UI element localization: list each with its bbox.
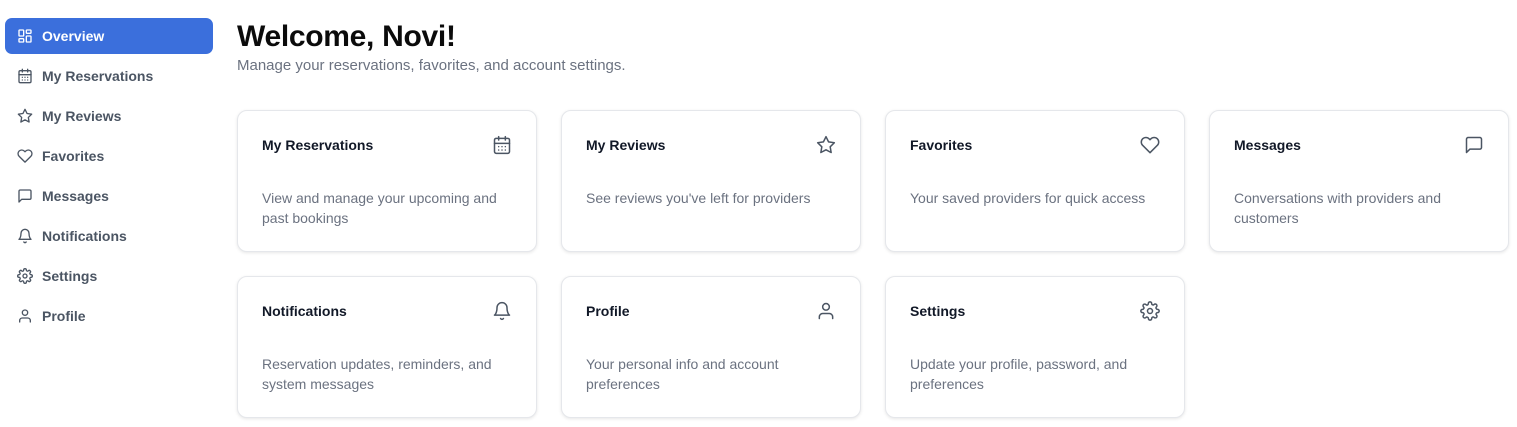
card-title: Profile bbox=[586, 303, 630, 319]
card-description: See reviews you've left for providers bbox=[586, 190, 811, 206]
sidebar-item-profile[interactable]: Profile bbox=[5, 298, 213, 334]
sidebar-item-label: Settings bbox=[42, 268, 98, 284]
card-description: Conversations with providers and custome… bbox=[1234, 190, 1441, 226]
card-description: View and manage your upcoming and past b… bbox=[262, 190, 497, 226]
card-title: Favorites bbox=[910, 137, 973, 153]
card-settings[interactable]: Settings Update your profile, password, … bbox=[885, 276, 1185, 418]
page-subtitle: Manage your reservations, favorites, and… bbox=[237, 57, 626, 74]
sidebar-item-label: Favorites bbox=[42, 148, 105, 164]
star-icon bbox=[816, 135, 836, 155]
sidebar-item-settings[interactable]: Settings bbox=[5, 258, 213, 294]
card-description: Update your profile, password, and prefe… bbox=[910, 356, 1128, 392]
card-description: Your saved providers for quick access bbox=[910, 190, 1146, 206]
sidebar-item-label: My Reviews bbox=[42, 108, 122, 124]
user-icon bbox=[17, 308, 33, 324]
sidebar-item-label: Overview bbox=[42, 28, 105, 44]
sidebar-item-label: My Reservations bbox=[42, 68, 154, 84]
heart-icon bbox=[17, 148, 33, 164]
gear-icon bbox=[17, 268, 33, 284]
card-title: Messages bbox=[1234, 137, 1301, 153]
message-icon bbox=[1464, 135, 1484, 155]
card-title: My Reviews bbox=[586, 137, 666, 153]
sidebar-item-favorites[interactable]: Favorites bbox=[5, 138, 213, 174]
sidebar-item-messages[interactable]: Messages bbox=[5, 178, 213, 214]
sidebar-item-my-reservations[interactable]: My Reservations bbox=[5, 58, 213, 94]
calendar-icon bbox=[17, 68, 33, 84]
card-description: Reservation updates, reminders, and syst… bbox=[262, 356, 492, 392]
card-favorites[interactable]: Favorites Your saved providers for quick… bbox=[885, 110, 1185, 252]
card-title: Notifications bbox=[262, 303, 347, 319]
calendar-icon bbox=[492, 135, 512, 155]
card-title: Settings bbox=[910, 303, 966, 319]
card-notifications[interactable]: Notifications Reservation updates, remin… bbox=[237, 276, 537, 418]
sidebar-item-overview[interactable]: Overview bbox=[5, 18, 213, 54]
card-profile[interactable]: Profile Your personal info and account p… bbox=[561, 276, 861, 418]
card-my-reviews[interactable]: My Reviews See reviews you've left for p… bbox=[561, 110, 861, 252]
sidebar-item-notifications[interactable]: Notifications bbox=[5, 218, 213, 254]
card-messages[interactable]: Messages Conversations with providers an… bbox=[1209, 110, 1509, 252]
bell-icon bbox=[492, 301, 512, 321]
card-grid: My Reservations View and manage your upc… bbox=[237, 110, 1509, 418]
sidebar-item-label: Profile bbox=[42, 308, 86, 324]
card-description: Your personal info and account preferenc… bbox=[586, 356, 779, 392]
bell-icon bbox=[17, 228, 33, 244]
gear-icon bbox=[1140, 301, 1160, 321]
card-title: My Reservations bbox=[262, 137, 374, 153]
sidebar: Overview My Reservations My Reviews Favo… bbox=[5, 18, 213, 338]
message-icon bbox=[17, 188, 33, 204]
sidebar-item-my-reviews[interactable]: My Reviews bbox=[5, 98, 213, 134]
star-icon bbox=[17, 108, 33, 124]
heart-icon bbox=[1140, 135, 1160, 155]
grid-icon bbox=[17, 28, 33, 44]
sidebar-item-label: Notifications bbox=[42, 228, 127, 244]
page-title: Welcome, Novi! bbox=[237, 20, 456, 53]
card-my-reservations[interactable]: My Reservations View and manage your upc… bbox=[237, 110, 537, 252]
user-icon bbox=[816, 301, 836, 321]
sidebar-item-label: Messages bbox=[42, 188, 109, 204]
